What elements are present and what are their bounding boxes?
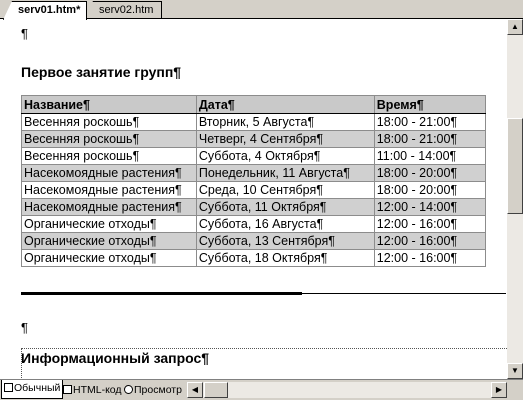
cell-name[interactable]: Насекомоядные растения¶ xyxy=(21,164,197,182)
cell-date[interactable]: Четверг, 4 Сентября¶ xyxy=(195,130,375,148)
view-preview-button[interactable]: Просмотр xyxy=(124,382,182,398)
scroll-down-arrow-icon[interactable]: ▼ xyxy=(507,363,523,379)
cell-date[interactable]: Вторник, 5 Августа¶ xyxy=(195,113,375,131)
cell-name[interactable]: Весенняя роскошь¶ xyxy=(21,113,197,131)
cell-time[interactable]: 18:00 - 20:00¶ xyxy=(373,181,487,199)
scroll-left-arrow-icon[interactable]: ◀ xyxy=(187,382,203,398)
cell-time[interactable]: 18:00 - 20:00¶ xyxy=(373,164,487,182)
view-switch-bar: Обычный HTML-код Просмотр ◀ ▶ xyxy=(0,379,523,400)
view-preview-label: Просмотр xyxy=(134,384,182,396)
cell-time[interactable]: 12:00 - 16:00¶ xyxy=(373,215,487,233)
document-tab-strip: serv02.htm serv01.htm* xyxy=(0,0,523,20)
table-header-row: Название¶ Дата¶ Время¶ xyxy=(21,95,487,114)
cell-date[interactable]: Суббота, 4 Октября¶ xyxy=(195,147,375,165)
cell-time[interactable]: 18:00 - 21:00¶ xyxy=(373,113,487,131)
cell-time[interactable]: 12:00 - 16:00¶ xyxy=(373,232,487,250)
cell-date[interactable]: Среда, 10 Сентября¶ xyxy=(195,181,375,199)
table-row: Весенняя роскошь¶ Вторник, 5 Августа¶ 18:0… xyxy=(21,113,487,131)
normal-view-icon xyxy=(4,383,13,392)
tab-serv01[interactable]: serv01.htm* xyxy=(3,1,87,20)
table-row: Насекомоядные растения¶ Среда, 10 Сентябр… xyxy=(21,181,487,199)
heading-first-group-session: Первое занятие групп¶ xyxy=(21,64,182,80)
horizontal-scrollbar[interactable]: ◀ ▶ xyxy=(187,382,507,398)
table-row: Органические отходы¶ Суббота, 16 Августа¶… xyxy=(21,215,487,233)
cell-time[interactable]: 18:00 - 21:00¶ xyxy=(373,130,487,148)
document-editor[interactable]: ¶ Первое занятие групп¶ Название¶ Дата¶ … xyxy=(0,19,507,379)
header-time[interactable]: Время¶ xyxy=(373,95,487,114)
cell-time[interactable]: 12:00 - 16:00¶ xyxy=(373,249,487,267)
tab-serv02[interactable]: serv02.htm xyxy=(84,1,162,18)
cell-date[interactable]: Суббота, 11 Октября¶ xyxy=(195,198,375,216)
cell-name[interactable]: Органические отходы¶ xyxy=(21,215,197,233)
view-html-code-button[interactable]: HTML-код xyxy=(63,382,122,398)
cell-time[interactable]: 11:00 - 14:00¶ xyxy=(373,147,487,165)
html-code-icon xyxy=(63,385,72,394)
table-row: Весенняя роскошь¶ Четверг, 4 Сентября¶ 18:… xyxy=(21,130,487,148)
cell-name[interactable]: Насекомоядные растения¶ xyxy=(21,198,197,216)
heading-information-request: Информационный запрос¶ xyxy=(21,350,210,366)
table-row: Органические отходы¶ Суббота, 13 Сентября… xyxy=(21,232,487,250)
scroll-up-arrow-icon[interactable]: ▲ xyxy=(507,19,523,35)
view-normal-button[interactable]: Обычный xyxy=(1,380,64,399)
view-html-label: HTML-код xyxy=(73,384,122,396)
table-row: Насекомоядные растения¶ Понедельник, 11 А… xyxy=(21,164,487,182)
cell-name[interactable]: Органические отходы¶ xyxy=(21,232,197,250)
cell-date[interactable]: Суббота, 13 Сентября¶ xyxy=(195,232,375,250)
cell-date[interactable]: Суббота, 16 Августа¶ xyxy=(195,215,375,233)
table-row: Насекомоядные растения¶ Суббота, 11 Октяб… xyxy=(21,198,487,216)
paragraph-mark: ¶ xyxy=(21,320,28,335)
schedule-table[interactable]: Название¶ Дата¶ Время¶ Весенняя роскошь¶… xyxy=(21,95,487,267)
vertical-scroll-thumb[interactable] xyxy=(507,118,523,214)
cell-date[interactable]: Понедельник, 11 Августа¶ xyxy=(195,164,375,182)
scroll-right-arrow-icon[interactable]: ▶ xyxy=(491,382,507,398)
horizontal-rule-thin xyxy=(302,293,506,294)
horizontal-scroll-thumb[interactable] xyxy=(204,382,228,398)
cell-time[interactable]: 12:00 - 14:00¶ xyxy=(373,198,487,216)
cell-name[interactable]: Насекомоядные растения¶ xyxy=(21,181,197,199)
view-normal-label: Обычный xyxy=(14,382,61,394)
form-boundary-line xyxy=(21,348,507,349)
header-name[interactable]: Название¶ xyxy=(21,95,197,114)
cell-name[interactable]: Весенняя роскошь¶ xyxy=(21,147,197,165)
horizontal-rule-thick xyxy=(21,292,302,295)
cell-date[interactable]: Суббота, 18 Октября¶ xyxy=(195,249,375,267)
table-row: Органические отходы¶ Суббота, 18 Октября¶… xyxy=(21,249,487,267)
paragraph-mark: ¶ xyxy=(21,26,28,41)
table-row: Весенняя роскошь¶ Суббота, 4 Октября¶ 11:0… xyxy=(21,147,487,165)
cell-name[interactable]: Органические отходы¶ xyxy=(21,249,197,267)
vertical-scrollbar[interactable]: ▲ ▼ xyxy=(507,19,523,379)
header-date[interactable]: Дата¶ xyxy=(195,95,375,114)
cell-name[interactable]: Весенняя роскошь¶ xyxy=(21,130,197,148)
preview-icon xyxy=(124,385,133,394)
